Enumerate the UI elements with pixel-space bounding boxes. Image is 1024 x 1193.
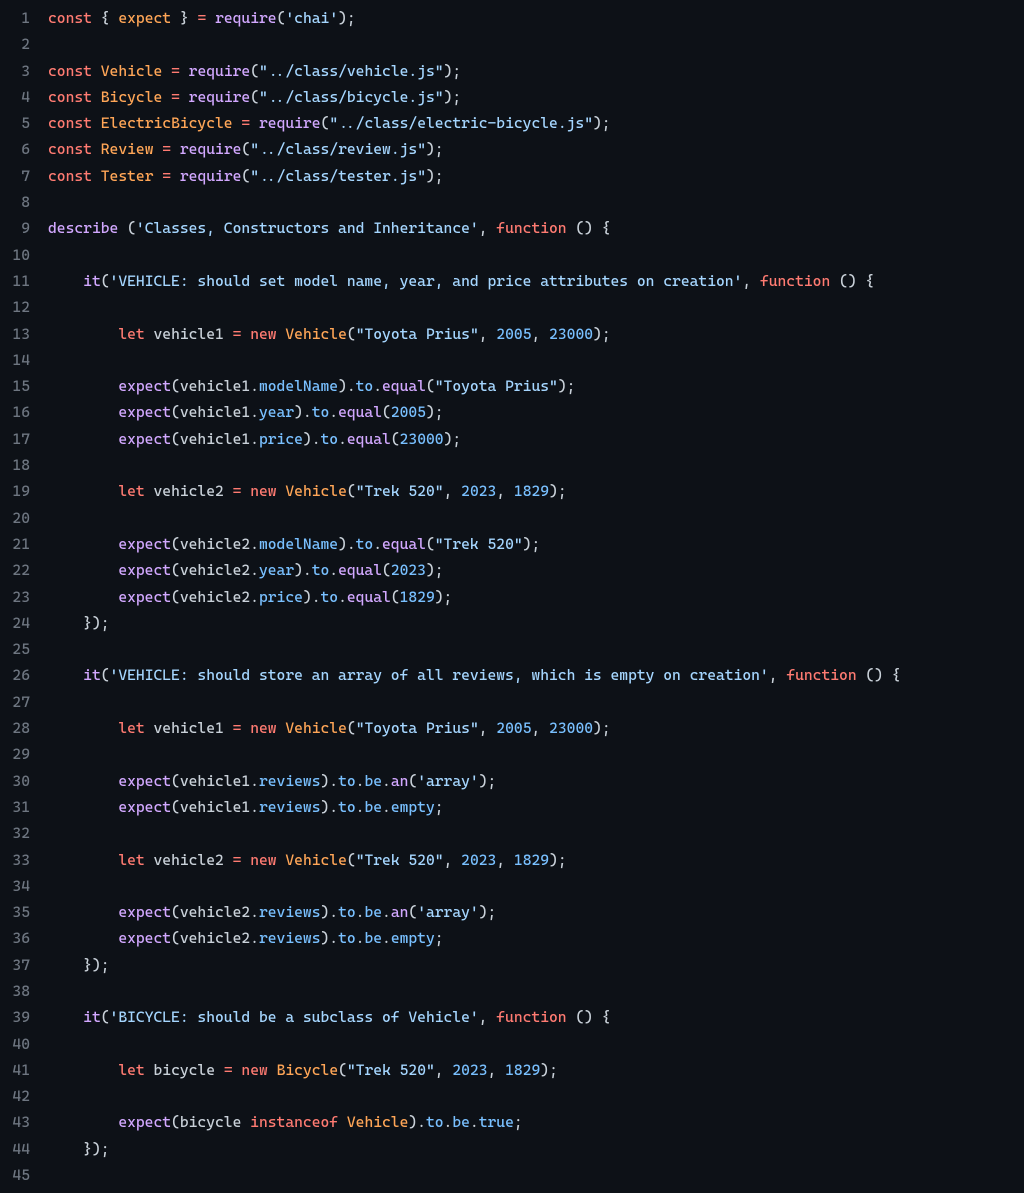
code-line[interactable]: const Vehicle = require("../class/vehicl…: [48, 58, 1024, 84]
code-line[interactable]: expect(vehicle2.reviews).to.be.empty;: [48, 925, 1024, 951]
code-line[interactable]: [48, 689, 1024, 715]
line-number: 22: [0, 557, 30, 583]
line-number: 19: [0, 478, 30, 504]
code-line[interactable]: let bicycle = new Bicycle("Trek 520", 20…: [48, 1057, 1024, 1083]
code-line[interactable]: describe ('Classes, Constructors and Inh…: [48, 215, 1024, 241]
code-line[interactable]: expect(vehicle1.reviews).to.be.an('array…: [48, 768, 1024, 794]
line-number: 25: [0, 636, 30, 662]
line-number: 43: [0, 1109, 30, 1135]
line-number-gutter: 1234567891011121314151617181920212223242…: [0, 5, 48, 1188]
code-line[interactable]: const Bicycle = require("../class/bicycl…: [48, 84, 1024, 110]
line-number: 4: [0, 84, 30, 110]
code-line[interactable]: let vehicle2 = new Vehicle("Trek 520", 2…: [48, 478, 1024, 504]
line-number: 3: [0, 58, 30, 84]
code-line[interactable]: let vehicle1 = new Vehicle("Toyota Prius…: [48, 715, 1024, 741]
line-number: 7: [0, 163, 30, 189]
code-line[interactable]: });: [48, 610, 1024, 636]
line-number: 16: [0, 399, 30, 425]
line-number: 5: [0, 110, 30, 136]
line-number: 13: [0, 321, 30, 347]
code-line[interactable]: [48, 452, 1024, 478]
line-number: 17: [0, 426, 30, 452]
line-number: 21: [0, 531, 30, 557]
line-number: 24: [0, 610, 30, 636]
line-number: 45: [0, 1162, 30, 1188]
line-number: 9: [0, 215, 30, 241]
code-line[interactable]: [48, 505, 1024, 531]
code-line[interactable]: it('VEHICLE: should store an array of al…: [48, 662, 1024, 688]
line-number: 32: [0, 820, 30, 846]
code-line[interactable]: it('BICYCLE: should be a subclass of Veh…: [48, 1004, 1024, 1030]
code-line[interactable]: expect(vehicle2.reviews).to.be.an('array…: [48, 899, 1024, 925]
code-line[interactable]: [48, 189, 1024, 215]
line-number: 34: [0, 873, 30, 899]
line-number: 23: [0, 584, 30, 610]
code-line[interactable]: [48, 347, 1024, 373]
code-line[interactable]: expect(bicycle instanceof Vehicle).to.be…: [48, 1109, 1024, 1135]
line-number: 35: [0, 899, 30, 925]
line-number: 37: [0, 952, 30, 978]
code-line[interactable]: expect(vehicle1.price).to.equal(23000);: [48, 426, 1024, 452]
code-line[interactable]: const Tester = require("../class/tester.…: [48, 163, 1024, 189]
line-number: 11: [0, 268, 30, 294]
line-number: 2: [0, 31, 30, 57]
line-number: 39: [0, 1004, 30, 1030]
line-number: 6: [0, 136, 30, 162]
code-line[interactable]: expect(vehicle1.modelName).to.equal("Toy…: [48, 373, 1024, 399]
code-editor[interactable]: 1234567891011121314151617181920212223242…: [0, 5, 1024, 1188]
code-line[interactable]: [48, 1031, 1024, 1057]
line-number: 10: [0, 242, 30, 268]
code-line[interactable]: });: [48, 1136, 1024, 1162]
line-number: 14: [0, 347, 30, 373]
line-number: 20: [0, 505, 30, 531]
line-number: 30: [0, 768, 30, 794]
code-line[interactable]: [48, 873, 1024, 899]
line-number: 12: [0, 294, 30, 320]
line-number: 1: [0, 5, 30, 31]
code-line[interactable]: [48, 820, 1024, 846]
line-number: 31: [0, 794, 30, 820]
line-number: 38: [0, 978, 30, 1004]
line-number: 18: [0, 452, 30, 478]
line-number: 40: [0, 1031, 30, 1057]
code-line[interactable]: [48, 978, 1024, 1004]
line-number: 36: [0, 925, 30, 951]
line-number: 33: [0, 847, 30, 873]
code-line[interactable]: expect(vehicle2.price).to.equal(1829);: [48, 584, 1024, 610]
code-line[interactable]: it('VEHICLE: should set model name, year…: [48, 268, 1024, 294]
line-number: 44: [0, 1136, 30, 1162]
line-number: 28: [0, 715, 30, 741]
line-number: 15: [0, 373, 30, 399]
line-number: 41: [0, 1057, 30, 1083]
line-number: 29: [0, 741, 30, 767]
line-number: 42: [0, 1083, 30, 1109]
line-number: 26: [0, 662, 30, 688]
code-line[interactable]: [48, 636, 1024, 662]
code-line[interactable]: expect(vehicle2.year).to.equal(2023);: [48, 557, 1024, 583]
code-line[interactable]: const ElectricBicycle = require("../clas…: [48, 110, 1024, 136]
code-area[interactable]: const { expect } = require('chai'); cons…: [48, 5, 1024, 1188]
code-line[interactable]: let vehicle2 = new Vehicle("Trek 520", 2…: [48, 847, 1024, 873]
code-line[interactable]: [48, 1083, 1024, 1109]
code-line[interactable]: [48, 741, 1024, 767]
code-line[interactable]: [48, 31, 1024, 57]
line-number: 27: [0, 689, 30, 715]
code-line[interactable]: expect(vehicle1.reviews).to.be.empty;: [48, 794, 1024, 820]
code-line[interactable]: [48, 1162, 1024, 1188]
code-line[interactable]: expect(vehicle1.year).to.equal(2005);: [48, 399, 1024, 425]
code-line[interactable]: const { expect } = require('chai');: [48, 5, 1024, 31]
code-line[interactable]: });: [48, 952, 1024, 978]
line-number: 8: [0, 189, 30, 215]
code-line[interactable]: expect(vehicle2.modelName).to.equal("Tre…: [48, 531, 1024, 557]
code-line[interactable]: [48, 294, 1024, 320]
code-line[interactable]: let vehicle1 = new Vehicle("Toyota Prius…: [48, 321, 1024, 347]
code-line[interactable]: const Review = require("../class/review.…: [48, 136, 1024, 162]
code-line[interactable]: [48, 242, 1024, 268]
